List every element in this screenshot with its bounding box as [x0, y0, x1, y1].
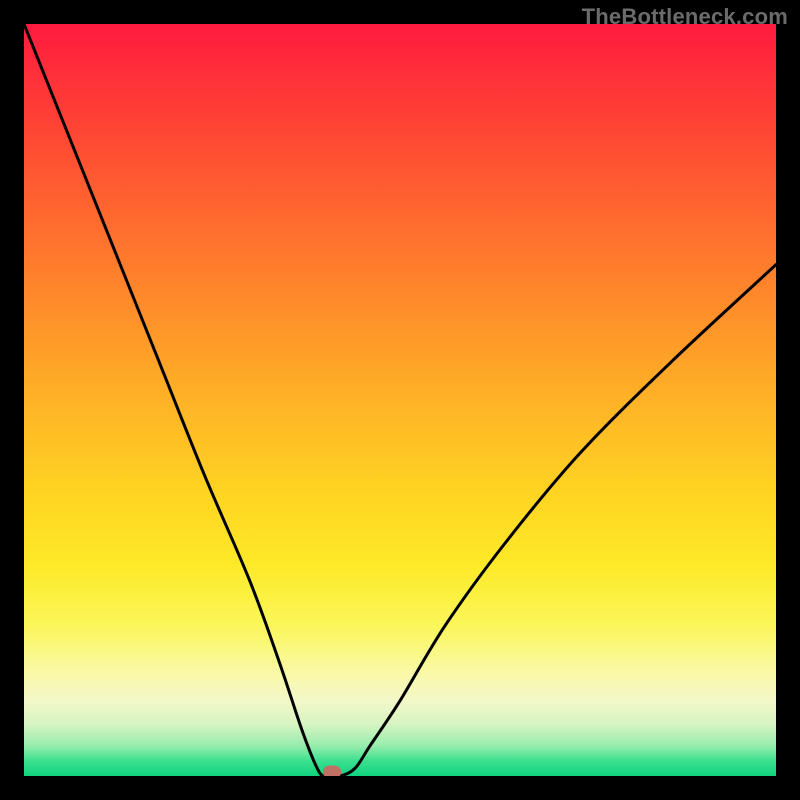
plot-area	[24, 24, 776, 776]
chart-frame: TheBottleneck.com	[0, 0, 800, 800]
watermark-text: TheBottleneck.com	[582, 4, 788, 30]
optimal-point-marker	[323, 766, 341, 776]
bottleneck-curve	[24, 24, 776, 776]
